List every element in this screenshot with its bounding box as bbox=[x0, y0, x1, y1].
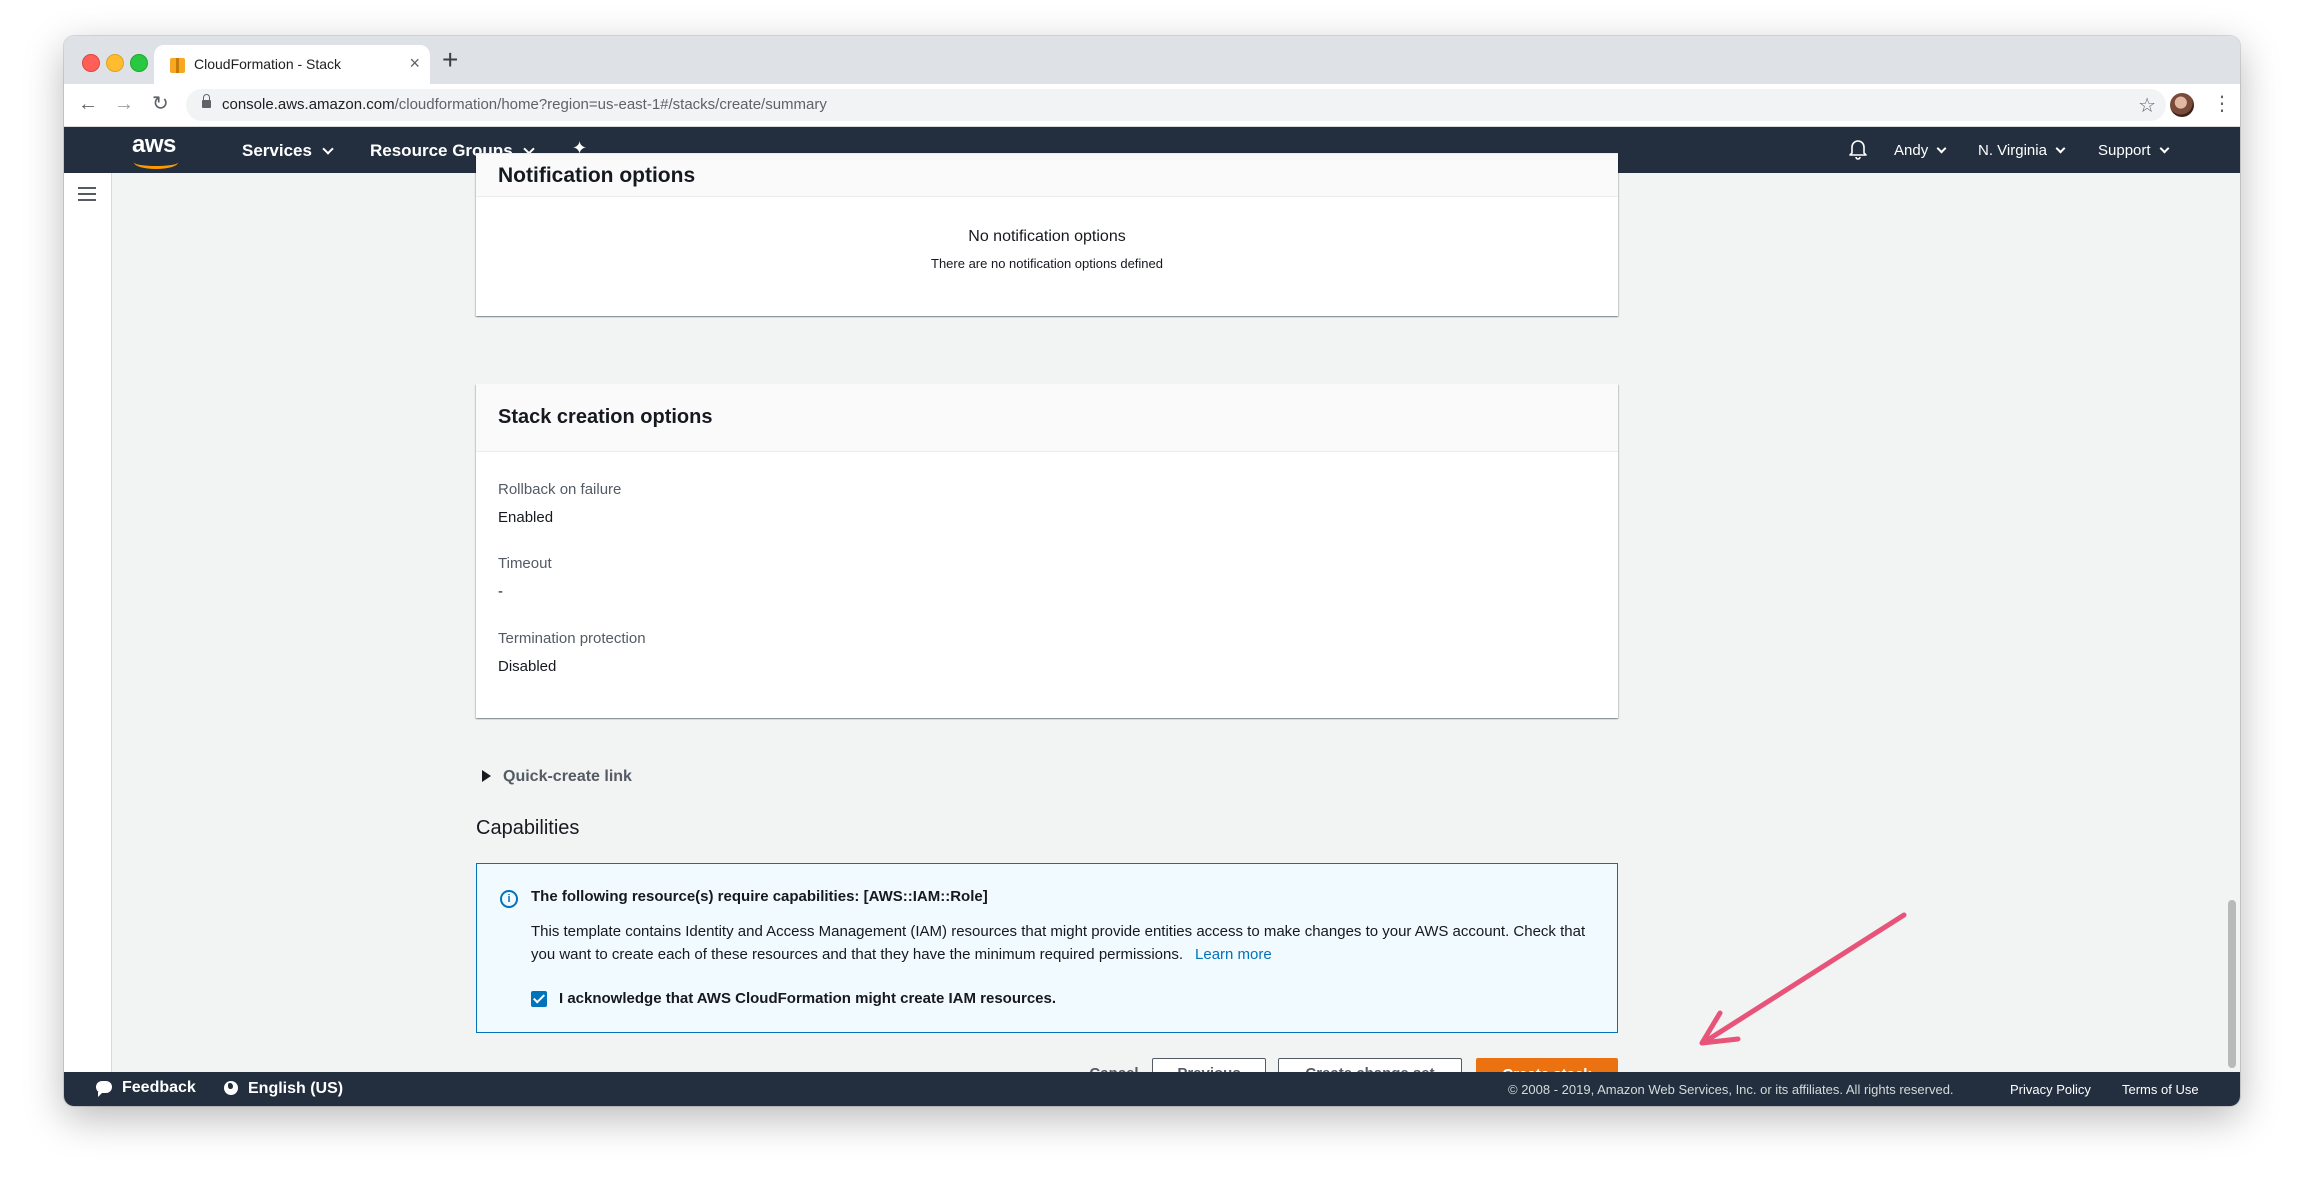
terms-of-use-link[interactable]: Terms of Use bbox=[2122, 1082, 2199, 1097]
region-label: N. Virginia bbox=[1978, 142, 2047, 159]
copyright-text: © 2008 - 2019, Amazon Web Services, Inc.… bbox=[1508, 1082, 1954, 1097]
main-content: Notification options No notification opt… bbox=[64, 153, 2240, 1106]
cloudformation-favicon-icon bbox=[170, 58, 185, 73]
bell-icon[interactable] bbox=[1848, 138, 1868, 160]
notification-options-header: Notification options bbox=[476, 154, 1618, 197]
bookmark-star-icon[interactable]: ☆ bbox=[2138, 93, 2156, 118]
lock-icon bbox=[202, 94, 211, 108]
chevron-down-icon bbox=[2055, 143, 2066, 154]
alert-body-text: This template contains Identity and Acce… bbox=[531, 923, 1586, 963]
profile-avatar[interactable] bbox=[2170, 93, 2194, 117]
browser-window: CloudFormation - Stack × + ← → ↻ console… bbox=[64, 36, 2240, 1106]
learn-more-link[interactable]: Learn more bbox=[1195, 946, 1272, 963]
language-label: English (US) bbox=[248, 1080, 344, 1097]
stack-creation-options-title: Stack creation options bbox=[498, 406, 713, 428]
aws-footer: Feedback English (US) © 2008 - 2019, Ama… bbox=[64, 1072, 2240, 1106]
address-bar[interactable]: console.aws.amazon.com/cloudformation/ho… bbox=[186, 89, 2166, 121]
alert-title: The following resource(s) require capabi… bbox=[531, 888, 988, 905]
stack-creation-options-panel: Stack creation options Rollback on failu… bbox=[476, 384, 1618, 718]
services-label: Services bbox=[242, 141, 312, 160]
quick-create-link-expander[interactable]: Quick-create link bbox=[482, 768, 632, 786]
close-window-button[interactable] bbox=[82, 54, 100, 72]
notification-options-panel: Notification options No notification opt… bbox=[476, 153, 1618, 316]
browser-menu-icon[interactable]: ⋮ bbox=[2212, 91, 2232, 117]
user-label: Andy bbox=[1894, 142, 1929, 159]
chevron-down-icon bbox=[322, 143, 334, 155]
url-host: console.aws.amazon.com bbox=[222, 96, 395, 113]
region-menu[interactable]: N. Virginia bbox=[1978, 142, 2066, 159]
forward-arrow-icon[interactable]: → bbox=[114, 92, 134, 116]
browser-tabstrip: CloudFormation - Stack × + bbox=[64, 36, 2240, 84]
maximize-window-button[interactable] bbox=[130, 54, 148, 72]
rollback-value: Enabled bbox=[498, 509, 554, 526]
empty-state-title: No notification options bbox=[968, 228, 1126, 245]
aws-logo-text: aws bbox=[132, 131, 176, 158]
acknowledge-iam-checkbox[interactable] bbox=[531, 991, 547, 1007]
rollback-label: Rollback on failure bbox=[498, 481, 622, 498]
alert-body: This template contains Identity and Acce… bbox=[531, 920, 1591, 966]
acknowledge-iam-label[interactable]: I acknowledge that AWS CloudFormation mi… bbox=[559, 990, 1056, 1007]
url-path: /cloudformation/home?region=us-east-1#/s… bbox=[394, 96, 827, 113]
termination-protection-label: Termination protection bbox=[498, 630, 646, 647]
scrollbar-thumb[interactable] bbox=[2228, 900, 2236, 1068]
chevron-down-icon bbox=[2159, 143, 2169, 154]
stack-creation-options-header: Stack creation options bbox=[476, 384, 1618, 452]
new-tab-button[interactable]: + bbox=[442, 45, 458, 75]
user-menu[interactable]: Andy bbox=[1894, 142, 1947, 159]
annotation-arrow-icon bbox=[1699, 912, 1907, 1046]
support-menu[interactable]: Support bbox=[2098, 142, 2169, 159]
timeout-value: - bbox=[498, 583, 503, 600]
aws-smile-icon bbox=[134, 156, 178, 169]
privacy-policy-link[interactable]: Privacy Policy bbox=[2010, 1082, 2091, 1097]
feedback-label: Feedback bbox=[122, 1079, 196, 1096]
chevron-down-icon bbox=[1936, 143, 1947, 154]
empty-state-subtitle: There are no notification options define… bbox=[931, 256, 1163, 271]
termination-protection-value: Disabled bbox=[498, 658, 557, 675]
back-arrow-icon[interactable]: ← bbox=[78, 92, 98, 116]
services-menu[interactable]: Services bbox=[242, 141, 334, 161]
tab-close-icon[interactable]: × bbox=[409, 53, 420, 73]
language-selector[interactable]: English (US) bbox=[224, 1079, 343, 1098]
browser-toolbar: ← → ↻ console.aws.amazon.com/cloudformat… bbox=[64, 84, 2240, 127]
browser-tab-cloudformation[interactable]: CloudFormation - Stack × bbox=[154, 45, 430, 84]
feedback-button[interactable]: Feedback bbox=[96, 1079, 196, 1097]
support-label: Support bbox=[2098, 142, 2151, 159]
notification-options-title: Notification options bbox=[498, 164, 696, 187]
minimize-window-button[interactable] bbox=[106, 54, 124, 72]
info-icon: i bbox=[500, 890, 518, 908]
speech-bubble-icon bbox=[96, 1081, 112, 1097]
capabilities-heading: Capabilities bbox=[476, 817, 580, 839]
caret-right-icon bbox=[482, 770, 491, 782]
vertical-scrollbar[interactable] bbox=[2224, 173, 2240, 1106]
aws-logo[interactable]: aws bbox=[132, 131, 188, 169]
capabilities-info-alert: i The following resource(s) require capa… bbox=[476, 863, 1618, 1033]
tab-title: CloudFormation - Stack bbox=[194, 56, 342, 72]
globe-icon bbox=[224, 1081, 238, 1095]
timeout-label: Timeout bbox=[498, 555, 552, 572]
quick-create-label: Quick-create link bbox=[503, 768, 632, 785]
side-navigation-rail bbox=[64, 173, 112, 1106]
reload-icon[interactable]: ↻ bbox=[152, 92, 169, 116]
hamburger-menu-icon[interactable] bbox=[78, 187, 96, 201]
url-text[interactable]: console.aws.amazon.com/cloudformation/ho… bbox=[222, 96, 827, 113]
